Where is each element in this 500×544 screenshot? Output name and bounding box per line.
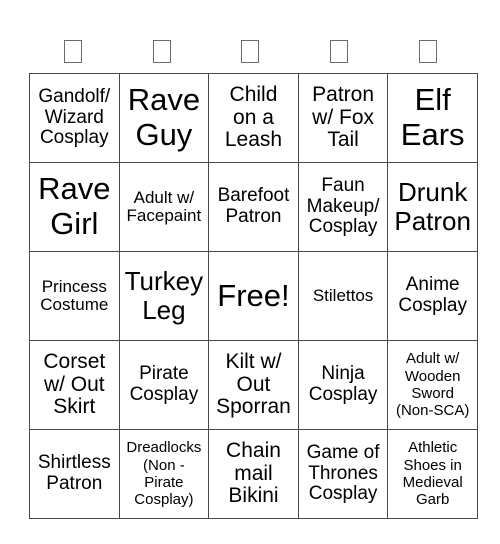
bingo-square[interactable]: Adult w/ Wooden Sword (Non-SCA)	[387, 340, 478, 430]
bingo-square[interactable]: Rave Girl	[29, 162, 120, 252]
bingo-square-label: Shirtless Patron	[37, 452, 111, 494]
bingo-square-label: Dreadlocks (Non - Pirate Cosplay)	[126, 439, 202, 509]
missing-glyph-icon	[152, 39, 171, 63]
bingo-square-label: Barefoot Patron	[217, 185, 290, 227]
bingo-square-label: Rave Girl	[38, 171, 111, 241]
missing-glyph-icon	[418, 39, 437, 63]
bingo-square-label: Faun Makeup/ Cosplay	[306, 175, 380, 238]
header-cell	[29, 36, 118, 66]
bingo-square-label: Chain mail Bikini	[226, 438, 281, 508]
bingo-square-label: Rave Guy	[127, 82, 201, 152]
bingo-square-label: Ninja Cosplay	[308, 363, 378, 405]
bingo-square[interactable]: Game of Thrones Cosplay	[297, 429, 389, 519]
bingo-square[interactable]: Stilettos	[297, 251, 389, 341]
bingo-square[interactable]: Anime Cosplay	[387, 251, 478, 341]
bingo-row: Corset w/ Out Skirt Pirate Cosplay Kilt w/…	[29, 340, 478, 430]
bingo-square[interactable]: Barefoot Patron	[208, 162, 299, 252]
bingo-square[interactable]: Adult w/ Facepaint	[118, 162, 210, 252]
bingo-square[interactable]: Chain mail Bikini	[208, 429, 299, 519]
bingo-square-label: Patron w/ Fox Tail	[312, 82, 375, 152]
bingo-square-label: Game of Thrones Cosplay	[306, 442, 380, 505]
bingo-card: Gandolf/ Wizard Cosplay Rave Guy Child on …	[29, 73, 478, 519]
bingo-row: Gandolf/ Wizard Cosplay Rave Guy Child on …	[29, 73, 478, 163]
bingo-square[interactable]: Gandolf/ Wizard Cosplay	[29, 73, 120, 163]
bingo-square-label: Adult w/ Facepaint	[126, 187, 202, 225]
bingo-square-label: Elf Ears	[400, 82, 465, 152]
bingo-row: Princess Costume Turkey Leg Free! Stilettos…	[29, 251, 478, 341]
bingo-grid: Gandolf/ Wizard Cosplay Rave Guy Child on …	[29, 73, 478, 519]
header-cell	[383, 36, 472, 66]
bingo-square[interactable]: Pirate Cosplay	[118, 340, 210, 430]
bingo-header-row	[29, 36, 472, 66]
missing-glyph-icon	[330, 39, 349, 63]
bingo-square-label: Anime Cosplay	[398, 274, 467, 316]
bingo-free-square[interactable]: Free!	[208, 251, 299, 341]
bingo-row: Rave Girl Adult w/ Facepaint Barefoot Patr…	[29, 162, 478, 252]
bingo-square-label: Corset w/ Out Skirt	[43, 349, 106, 419]
bingo-square[interactable]: Dreadlocks (Non - Pirate Cosplay)	[118, 429, 210, 519]
bingo-square-label: Free!	[217, 277, 290, 313]
bingo-square[interactable]: Athletic Shoes in Medieval Garb	[387, 429, 478, 519]
bingo-square-label: Pirate Cosplay	[129, 363, 199, 405]
bingo-square-label: Gandolf/ Wizard Cosplay	[38, 86, 111, 149]
bingo-square[interactable]: Ninja Cosplay	[297, 340, 389, 430]
bingo-square[interactable]: Turkey Leg	[118, 251, 210, 341]
header-cell	[295, 36, 384, 66]
bingo-square-label: Child on a Leash	[224, 82, 283, 152]
bingo-square[interactable]: Corset w/ Out Skirt	[29, 340, 120, 430]
bingo-square[interactable]: Drunk Patron	[387, 162, 478, 252]
bingo-square[interactable]: Shirtless Patron	[29, 429, 120, 519]
bingo-square[interactable]: Kilt w/ Out Sporran	[208, 340, 299, 430]
bingo-square-label: Kilt w/ Out Sporran	[216, 349, 291, 419]
bingo-square[interactable]: Child on a Leash	[208, 73, 299, 163]
bingo-square[interactable]: Patron w/ Fox Tail	[297, 73, 389, 163]
missing-glyph-icon	[64, 39, 83, 63]
missing-glyph-icon	[241, 39, 260, 63]
bingo-square[interactable]: Faun Makeup/ Cosplay	[297, 162, 389, 252]
bingo-square[interactable]: Rave Guy	[118, 73, 210, 163]
header-cell	[206, 36, 295, 66]
header-cell	[118, 36, 207, 66]
bingo-square[interactable]: Elf Ears	[387, 73, 478, 163]
bingo-square-label: Turkey Leg	[124, 265, 204, 325]
bingo-square-label: Adult w/ Wooden Sword (Non-SCA)	[395, 350, 470, 420]
bingo-square-label: Stilettos	[312, 285, 374, 305]
bingo-square-label: Athletic Shoes in Medieval Garb	[402, 439, 463, 509]
bingo-row: Shirtless Patron Dreadlocks (Non - Pirate…	[29, 429, 478, 519]
bingo-square[interactable]: Princess Costume	[29, 251, 120, 341]
bingo-square-label: Princess Costume	[40, 276, 109, 314]
bingo-square-label: Drunk Patron	[394, 176, 471, 236]
